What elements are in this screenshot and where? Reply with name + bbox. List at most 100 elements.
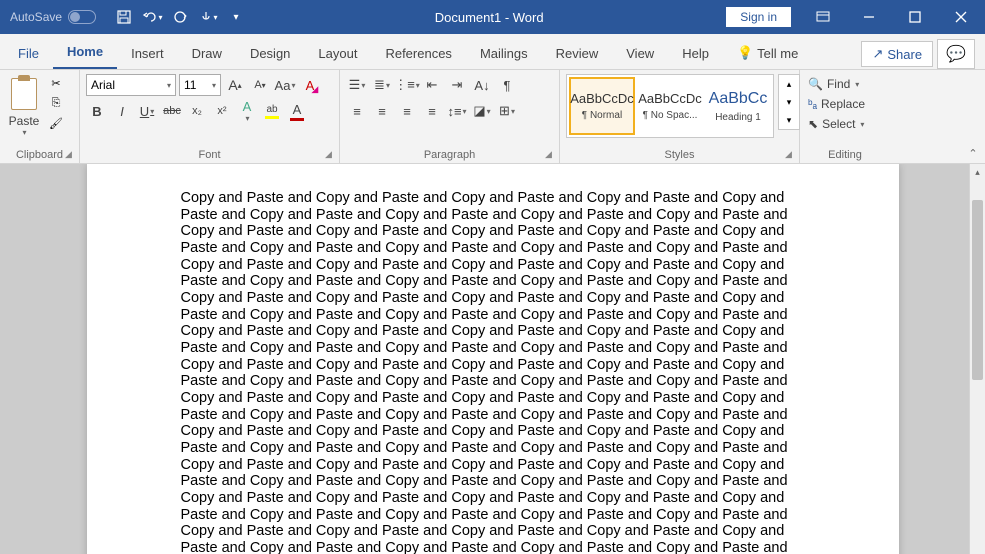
document-title: Document1 - Word — [254, 10, 724, 25]
ribbon-display-icon[interactable] — [801, 2, 845, 32]
replace-icon: ᵇₐ — [808, 97, 817, 111]
group-label: Font — [86, 147, 333, 163]
autosave-label: AutoSave — [10, 10, 62, 24]
tab-draw[interactable]: Draw — [178, 38, 236, 69]
increase-indent-icon[interactable]: ⇥ — [446, 74, 468, 96]
search-icon: 🔍 — [808, 77, 823, 91]
dialog-launcher-icon[interactable]: ◢ — [325, 149, 337, 161]
grow-font-icon[interactable]: A▴ — [224, 74, 246, 96]
show-marks-icon[interactable]: ¶ — [496, 74, 518, 96]
italic-button[interactable]: I — [111, 100, 133, 122]
undo-icon[interactable]: ▾ — [140, 5, 164, 29]
numbering-icon[interactable]: ≣▾ — [371, 74, 393, 96]
cursor-icon: ⬉ — [808, 117, 818, 131]
bold-button[interactable]: B — [86, 100, 108, 122]
tab-insert[interactable]: Insert — [117, 38, 178, 69]
group-clipboard: Paste ▾ ✂ ⎘ 🖌 Clipboard ◢ — [0, 70, 80, 163]
tab-tellme[interactable]: 💡Tell me — [723, 37, 812, 69]
tab-help[interactable]: Help — [668, 38, 723, 69]
quick-access-toolbar: ▾ ▾ ▾ — [106, 5, 254, 29]
shrink-font-icon[interactable]: A▾ — [249, 74, 271, 96]
paste-button[interactable]: Paste ▾ — [6, 74, 42, 147]
toggle-off-icon — [68, 10, 96, 24]
style-normal[interactable]: AaBbCcDc ¶ Normal — [569, 77, 635, 135]
borders-icon[interactable]: ⊞▾ — [496, 100, 518, 122]
tab-references[interactable]: References — [371, 38, 465, 69]
group-label: Clipboard — [6, 147, 73, 163]
strike-button[interactable]: abc — [161, 100, 183, 122]
group-paragraph: ☰▾ ≣▾ ⋮≡▾ ⇤ ⇥ A↓ ¶ ≡ ≡ ≡ ≡ ↕≡▾ ◪▾ ⊞▾ Par… — [340, 70, 560, 163]
font-color-icon[interactable]: A — [286, 100, 308, 122]
group-label: Paragraph — [346, 147, 553, 163]
qat-customize-icon[interactable]: ▾ — [224, 5, 248, 29]
tab-review[interactable]: Review — [542, 38, 613, 69]
autosave-toggle[interactable]: AutoSave — [0, 10, 106, 24]
sort-icon[interactable]: A↓ — [471, 74, 493, 96]
font-size-combo[interactable]: 11▾ — [179, 74, 221, 96]
superscript-button[interactable]: x² — [211, 100, 233, 122]
dialog-launcher-icon[interactable]: ◢ — [545, 149, 557, 161]
align-center-icon[interactable]: ≡ — [371, 100, 393, 122]
share-icon: ↗ — [872, 46, 883, 62]
style-no-spacing[interactable]: AaBbCcDc ¶ No Spac... — [637, 77, 703, 135]
scroll-up-icon[interactable]: ▴ — [970, 164, 985, 180]
justify-icon[interactable]: ≡ — [421, 100, 443, 122]
line-spacing-icon[interactable]: ↕≡▾ — [446, 100, 468, 122]
tab-mailings[interactable]: Mailings — [466, 38, 542, 69]
change-case-icon[interactable]: Aa▾ — [274, 74, 296, 96]
paste-icon — [8, 76, 40, 112]
comment-icon: 💬 — [946, 46, 966, 63]
format-painter-icon[interactable]: 🖌 — [46, 114, 66, 132]
group-styles: AaBbCcDc ¶ Normal AaBbCcDc ¶ No Spac... … — [560, 70, 800, 163]
style-heading1[interactable]: AaBbCc Heading 1 — [705, 77, 771, 135]
font-name-combo[interactable]: Arial▾ — [86, 74, 176, 96]
group-label: Editing — [806, 147, 884, 163]
redo-icon[interactable] — [168, 5, 192, 29]
dialog-launcher-icon[interactable]: ◢ — [65, 149, 77, 161]
page[interactable]: Copy and Paste and Copy and Paste and Co… — [87, 164, 899, 554]
scroll-thumb[interactable] — [972, 200, 983, 380]
clear-format-icon[interactable]: A◢ — [299, 74, 321, 96]
lightbulb-icon: 💡 — [737, 45, 753, 61]
styles-gallery: AaBbCcDc ¶ Normal AaBbCcDc ¶ No Spac... … — [566, 74, 774, 138]
document-body[interactable]: Copy and Paste and Copy and Paste and Co… — [181, 190, 805, 554]
cut-icon[interactable]: ✂ — [46, 74, 66, 92]
dialog-launcher-icon[interactable]: ◢ — [785, 149, 797, 161]
decrease-indent-icon[interactable]: ⇤ — [421, 74, 443, 96]
vertical-scrollbar[interactable]: ▴ — [969, 164, 985, 554]
bullets-icon[interactable]: ☰▾ — [346, 74, 368, 96]
subscript-button[interactable]: x₂ — [186, 100, 208, 122]
gallery-more-icon[interactable]: ▾ — [779, 111, 799, 129]
gallery-up-icon[interactable]: ▴ — [779, 75, 799, 93]
comments-button[interactable]: 💬 — [937, 39, 975, 69]
collapse-ribbon-icon[interactable]: ⌃ — [963, 144, 983, 162]
ribbon: Paste ▾ ✂ ⎘ 🖌 Clipboard ◢ Arial▾ 11▾ A▴ … — [0, 70, 985, 164]
signin-button[interactable]: Sign in — [726, 7, 791, 27]
text-effects-icon[interactable]: A▾ — [236, 100, 258, 122]
tab-file[interactable]: File — [4, 38, 53, 69]
underline-button[interactable]: U▾ — [136, 100, 158, 122]
multilevel-icon[interactable]: ⋮≡▾ — [396, 74, 418, 96]
tab-view[interactable]: View — [612, 38, 668, 69]
copy-icon[interactable]: ⎘ — [46, 94, 66, 112]
shading-icon[interactable]: ◪▾ — [471, 100, 493, 122]
touch-mode-icon[interactable]: ▾ — [196, 5, 220, 29]
align-right-icon[interactable]: ≡ — [396, 100, 418, 122]
group-editing: 🔍Find▾ ᵇₐReplace ⬉Select▾ Editing — [800, 70, 890, 163]
chevron-down-icon: ▾ — [22, 128, 26, 137]
gallery-down-icon[interactable]: ▾ — [779, 93, 799, 111]
minimize-icon[interactable] — [847, 2, 891, 32]
close-icon[interactable] — [939, 2, 983, 32]
select-button[interactable]: ⬉Select▾ — [806, 114, 884, 134]
highlight-icon[interactable]: ab — [261, 100, 283, 122]
replace-button[interactable]: ᵇₐReplace — [806, 94, 884, 114]
maximize-icon[interactable] — [893, 2, 937, 32]
tab-layout[interactable]: Layout — [304, 38, 371, 69]
save-icon[interactable] — [112, 5, 136, 29]
group-label: Styles — [566, 147, 793, 163]
align-left-icon[interactable]: ≡ — [346, 100, 368, 122]
tab-home[interactable]: Home — [53, 36, 117, 69]
share-button[interactable]: ↗Share — [861, 41, 933, 67]
tab-design[interactable]: Design — [236, 38, 304, 69]
find-button[interactable]: 🔍Find▾ — [806, 74, 884, 94]
